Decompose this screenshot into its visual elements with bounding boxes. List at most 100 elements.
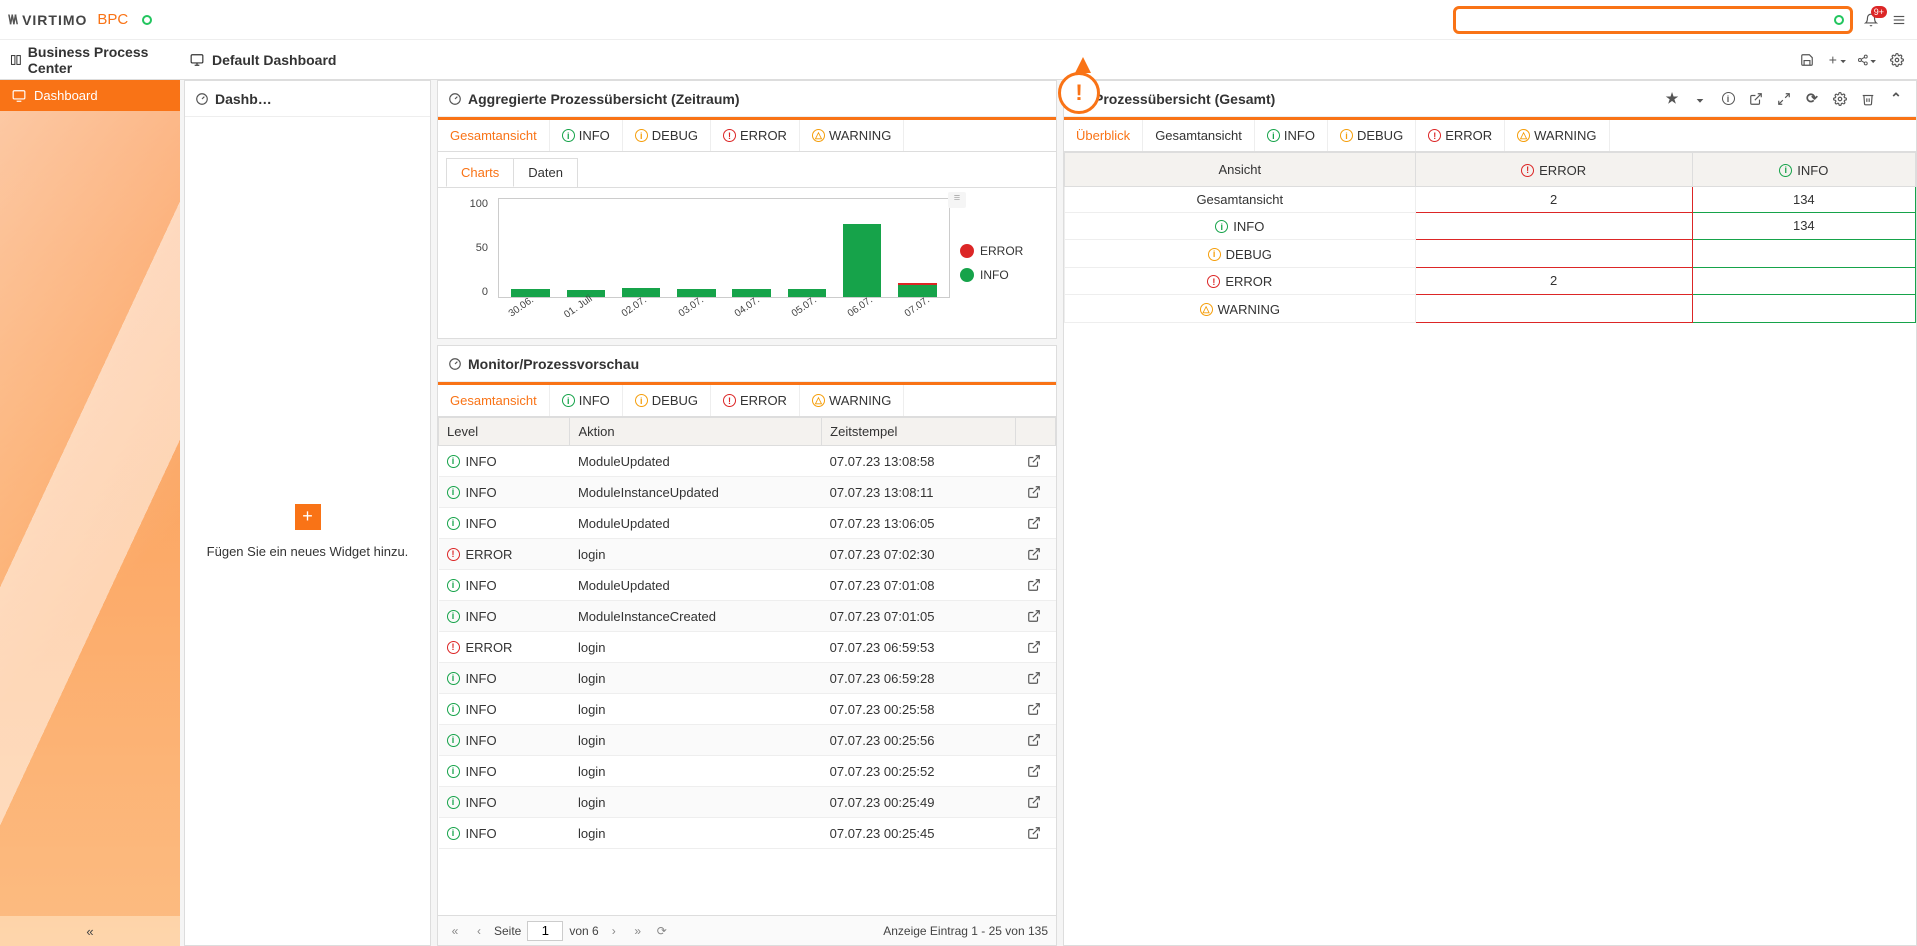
favorite-button[interactable]: ★: [1662, 89, 1682, 109]
chart-legend: ERROR INFO: [960, 198, 1040, 328]
add-widget-area: + Fügen Sie ein neues Widget hinzu.: [185, 117, 430, 945]
error-icon: !: [447, 641, 460, 654]
notifications-button[interactable]: 9+: [1861, 10, 1881, 30]
table-row[interactable]: !ERROR login07.07.23 07:02:30: [439, 539, 1056, 570]
tab-gesamtansicht[interactable]: Gesamtansicht: [1143, 120, 1255, 151]
chart-menu-icon[interactable]: ≡: [948, 192, 966, 208]
logo-mark: \/\/\: [8, 12, 16, 27]
open-external-icon[interactable]: [1024, 730, 1044, 750]
info-icon: i: [447, 610, 460, 623]
pager-last-button[interactable]: »: [629, 922, 647, 940]
tab-warning[interactable]: △WARNING: [800, 385, 904, 416]
tab-debug[interactable]: iDEBUG: [1328, 120, 1416, 151]
refresh-icon[interactable]: ⟳: [1802, 89, 1822, 109]
table-row[interactable]: iDEBUG: [1065, 240, 1916, 268]
pager-prev-button[interactable]: ‹: [470, 922, 488, 940]
info-icon: i: [447, 517, 460, 530]
tab-debug[interactable]: iDEBUG: [623, 385, 711, 416]
open-external-icon[interactable]: [1024, 451, 1044, 471]
gauge-icon: [448, 357, 462, 371]
table-row[interactable]: iINFO login07.07.23 00:25:45: [439, 818, 1056, 849]
table-row[interactable]: Gesamtansicht 2134: [1065, 186, 1916, 212]
error-icon: !: [447, 548, 460, 561]
table-row[interactable]: iINFO ModuleUpdated07.07.23 13:06:05: [439, 508, 1056, 539]
tab-info[interactable]: iINFO: [550, 385, 623, 416]
sidebar-collapse-button[interactable]: «: [0, 916, 180, 946]
hamburger-menu-icon[interactable]: [1889, 10, 1909, 30]
open-external-icon[interactable]: [1024, 761, 1044, 781]
table-row[interactable]: iINFO login07.07.23 00:25:49: [439, 787, 1056, 818]
table-row[interactable]: iINFO login07.07.23 00:25:56: [439, 725, 1056, 756]
brand-name: VIRTIMO: [22, 12, 87, 28]
info-icon: i: [447, 579, 460, 592]
table-row[interactable]: iINFO login07.07.23 00:25:52: [439, 756, 1056, 787]
info-icon: i: [447, 796, 460, 809]
info-icon: i: [447, 827, 460, 840]
search-input[interactable]: [1453, 6, 1853, 34]
dropdown-icon[interactable]: [1690, 89, 1710, 109]
tab-error[interactable]: !ERROR: [1416, 120, 1505, 151]
trash-icon[interactable]: [1858, 89, 1878, 109]
tab-warning[interactable]: △WARNING: [800, 120, 904, 151]
tab-info[interactable]: iINFO: [550, 120, 623, 151]
subtab-daten[interactable]: Daten: [513, 158, 578, 187]
tab-info[interactable]: iINFO: [1255, 120, 1328, 151]
add-button[interactable]: [1827, 50, 1847, 70]
pager-summary: Anzeige Eintrag 1 - 25 von 135: [883, 924, 1048, 938]
table-row[interactable]: iINFO login07.07.23 00:25:58: [439, 694, 1056, 725]
tab-error[interactable]: !ERROR: [711, 120, 800, 151]
info-icon[interactable]: i: [1718, 89, 1738, 109]
open-external-icon[interactable]: [1024, 792, 1044, 812]
gear-icon[interactable]: [1830, 89, 1850, 109]
overview-table: Ansicht !ERROR iINFO Gesamtansicht 2134i…: [1064, 152, 1916, 323]
monitor-grid[interactable]: Level Aktion Zeitstempel iINFO ModuleUpd…: [438, 417, 1056, 915]
open-external-icon[interactable]: [1024, 482, 1044, 502]
table-row[interactable]: !ERROR login07.07.23 06:59:53: [439, 632, 1056, 663]
dashb-panel-head: Dashb…: [185, 81, 430, 117]
open-external-icon[interactable]: [1024, 637, 1044, 657]
open-external-icon[interactable]: [1746, 89, 1766, 109]
collapse-icon[interactable]: ⌃: [1886, 89, 1906, 109]
open-external-icon[interactable]: [1024, 575, 1044, 595]
table-row[interactable]: △WARNING: [1065, 295, 1916, 323]
table-row[interactable]: iINFO ModuleUpdated07.07.23 13:08:58: [439, 446, 1056, 477]
share-button[interactable]: [1857, 50, 1877, 70]
subtab-charts[interactable]: Charts: [446, 158, 514, 187]
table-row[interactable]: iINFO ModuleInstanceUpdated07.07.23 13:0…: [439, 477, 1056, 508]
save-button[interactable]: [1797, 50, 1817, 70]
monitor-panel-head: Monitor/Prozessvorschau: [438, 346, 1056, 382]
pager-next-button[interactable]: ›: [605, 922, 623, 940]
maximize-icon[interactable]: [1774, 89, 1794, 109]
add-widget-button[interactable]: +: [295, 504, 321, 530]
pager-page-input[interactable]: [527, 921, 563, 941]
pager-refresh-button[interactable]: ⟳: [653, 922, 671, 940]
sidebar-item-dashboard[interactable]: Dashboard: [0, 80, 180, 111]
table-row[interactable]: !ERROR 2: [1065, 267, 1916, 295]
add-widget-hint: Fügen Sie ein neues Widget hinzu.: [207, 544, 409, 559]
open-external-icon[interactable]: [1024, 513, 1044, 533]
tab-debug[interactable]: iDEBUG: [623, 120, 711, 151]
tab-ueberblick[interactable]: Überblick: [1064, 120, 1143, 151]
pager-first-button[interactable]: «: [446, 922, 464, 940]
open-external-icon[interactable]: [1024, 699, 1044, 719]
tab-warning[interactable]: △WARNING: [1505, 120, 1609, 151]
gauge-icon: [448, 92, 462, 106]
table-row[interactable]: iINFO ModuleUpdated07.07.23 07:01:08: [439, 570, 1056, 601]
open-external-icon[interactable]: [1024, 606, 1044, 626]
open-external-icon[interactable]: [1024, 668, 1044, 688]
open-external-icon[interactable]: [1024, 823, 1044, 843]
status-dot-icon: [142, 15, 152, 25]
sidebar-background: [0, 111, 180, 916]
settings-button[interactable]: [1887, 50, 1907, 70]
tab-gesamtansicht[interactable]: Gesamtansicht: [438, 120, 550, 151]
topbar: \/\/\ VIRTIMO BPC 9+: [0, 0, 1917, 40]
logo: \/\/\ VIRTIMO BPC: [8, 11, 152, 28]
table-row[interactable]: iINFO ModuleInstanceCreated07.07.23 07:0…: [439, 601, 1056, 632]
info-icon: i: [447, 734, 460, 747]
table-row[interactable]: iINFO login07.07.23 06:59:28: [439, 663, 1056, 694]
module-title: Business Process Center: [0, 44, 180, 76]
open-external-icon[interactable]: [1024, 544, 1044, 564]
tab-error[interactable]: !ERROR: [711, 385, 800, 416]
tab-gesamtansicht[interactable]: Gesamtansicht: [438, 385, 550, 416]
table-row[interactable]: iINFO 134: [1065, 212, 1916, 240]
